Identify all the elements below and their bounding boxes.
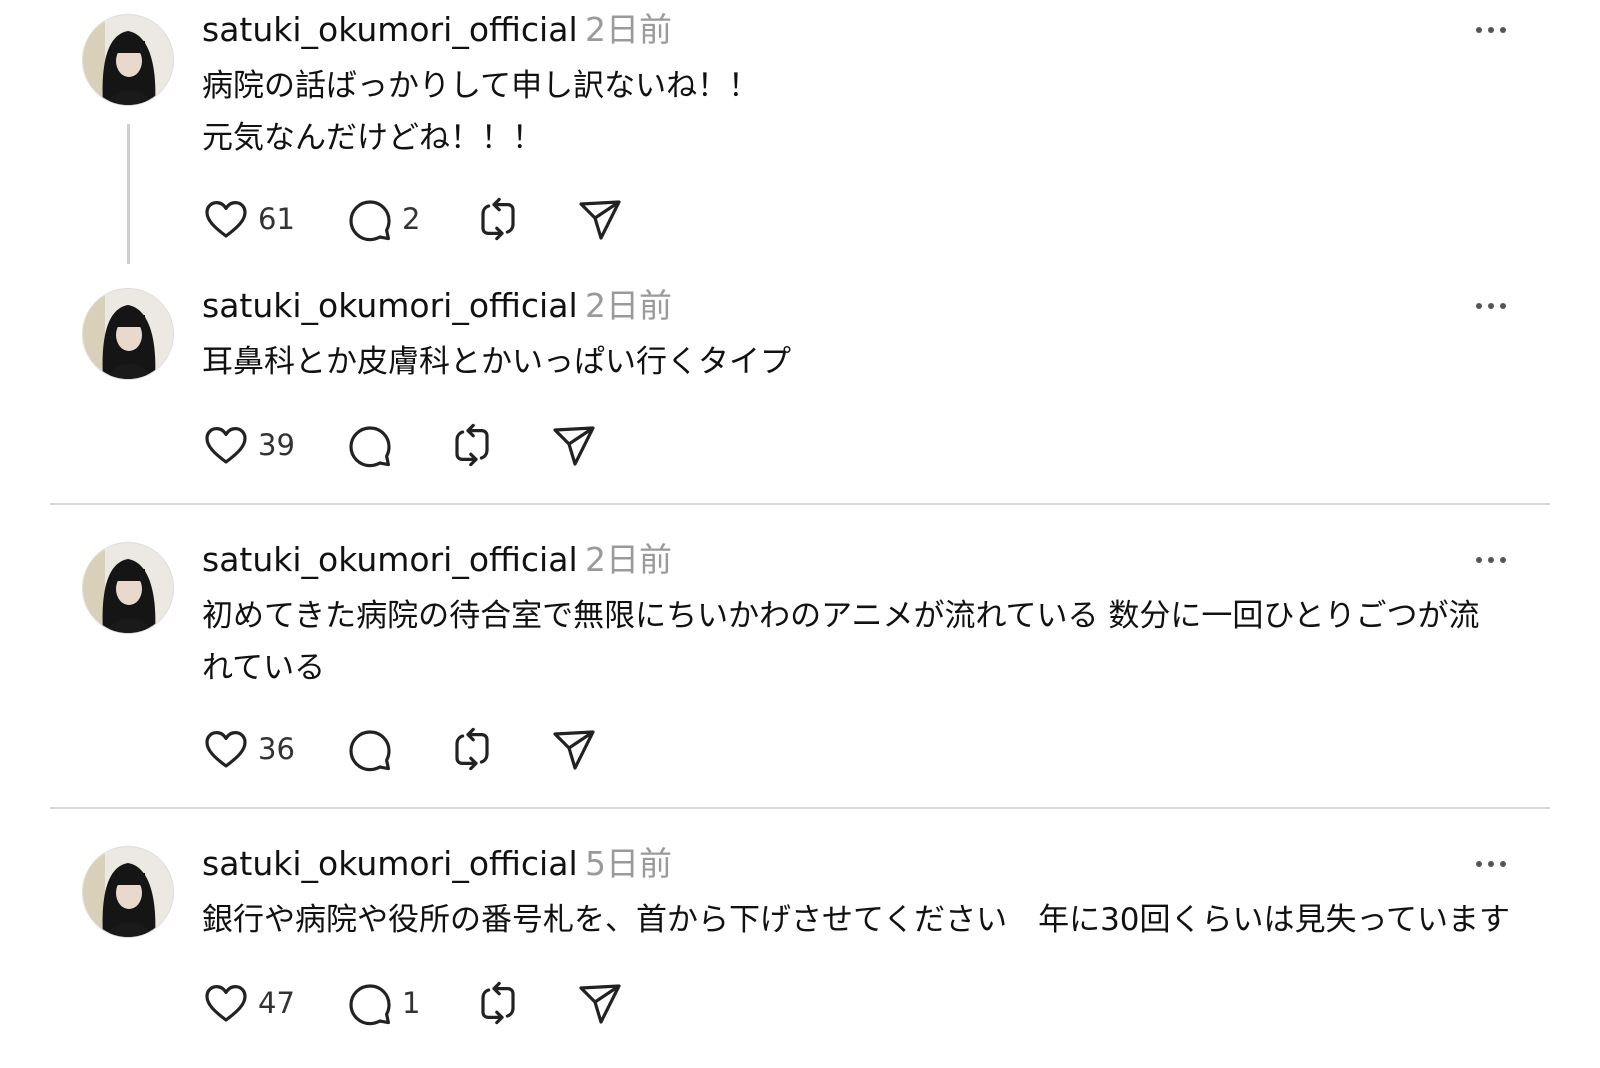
reply-button[interactable] <box>346 724 394 774</box>
paper-plane-icon <box>553 730 595 770</box>
avatar[interactable] <box>82 846 174 938</box>
heart-icon <box>205 427 247 464</box>
share-button[interactable] <box>576 978 624 1028</box>
post-text-line: 銀行や病院や役所の番号札を、首から下げさせてください 年に30回くらいは見失って… <box>202 902 1510 938</box>
avatar[interactable] <box>82 14 174 106</box>
repost-icon <box>481 981 515 1025</box>
thread-connector <box>127 124 130 264</box>
post-text-line: れている <box>202 650 326 686</box>
like-count: 47 <box>258 986 295 1020</box>
reply-count: 1 <box>402 986 421 1020</box>
heart-icon <box>205 201 247 238</box>
share-button[interactable] <box>576 194 624 244</box>
post-time: 2日前 <box>585 10 672 49</box>
avatar-image <box>83 15 173 105</box>
post-text-line: 初めてきた病院の待合室で無限にちいかわのアニメが流れている 数分に一回ひとりごつ… <box>202 598 1480 634</box>
speech-bubble-icon <box>349 730 391 772</box>
post-time: 5日前 <box>585 844 672 883</box>
post-text-line: 病院の話ばっかりして申し訳ないね！！ <box>202 68 760 104</box>
paper-plane-icon <box>553 426 595 466</box>
share-button[interactable] <box>550 420 598 470</box>
post-actions: 39 <box>202 420 802 470</box>
paper-plane-icon <box>579 984 621 1024</box>
avatar[interactable] <box>82 288 174 380</box>
post-actions: 47 1 <box>202 978 802 1028</box>
post-text: 耳鼻科とか皮膚科とかいっぱい行くタイプ <box>202 336 1492 388</box>
like-count: 36 <box>258 732 295 766</box>
post-actions: 61 2 <box>202 194 802 244</box>
avatar-image <box>83 543 173 633</box>
username[interactable]: satuki_okumori_official <box>202 842 578 886</box>
reply-count: 2 <box>402 202 421 236</box>
like-button[interactable]: 47 <box>202 978 295 1028</box>
like-button[interactable]: 39 <box>202 420 295 470</box>
like-button[interactable]: 61 <box>202 194 295 244</box>
avatar[interactable] <box>82 542 174 634</box>
post-text: 銀行や病院や役所の番号札を、首から下げさせてください 年に30回くらいは見失って… <box>202 894 1510 946</box>
heart-icon <box>205 731 247 768</box>
repost-icon <box>455 727 489 771</box>
username[interactable]: satuki_okumori_official <box>202 284 578 328</box>
like-count: 61 <box>258 202 295 236</box>
speech-bubble-icon <box>349 984 391 1026</box>
post-time: 2日前 <box>585 286 672 325</box>
username[interactable]: satuki_okumori_official <box>202 8 578 52</box>
divider <box>50 807 1550 809</box>
repost-button[interactable] <box>448 724 496 774</box>
heart-icon <box>205 985 247 1022</box>
avatar-image <box>83 289 173 379</box>
share-button[interactable] <box>550 724 598 774</box>
post-text-line: 耳鼻科とか皮膚科とかいっぱい行くタイプ <box>202 344 791 380</box>
reply-button[interactable]: 2 <box>346 194 420 244</box>
avatar-image <box>83 847 173 937</box>
post-text: 病院の話ばっかりして申し訳ないね！！ 元気なんだけどね！！！ <box>202 60 1492 164</box>
ellipsis-icon[interactable] <box>1476 550 1512 570</box>
like-button[interactable]: 36 <box>202 724 295 774</box>
ellipsis-icon[interactable] <box>1476 854 1512 874</box>
paper-plane-icon <box>579 200 621 240</box>
reply-button[interactable]: 1 <box>346 978 420 1028</box>
post-time: 2日前 <box>585 540 672 579</box>
speech-bubble-icon <box>349 200 391 242</box>
post-text: 初めてきた病院の待合室で無限にちいかわのアニメが流れている 数分に一回ひとりごつ… <box>202 590 1492 694</box>
speech-bubble-icon <box>349 426 391 468</box>
repost-button[interactable] <box>474 194 522 244</box>
reply-button[interactable] <box>346 420 394 470</box>
repost-icon <box>481 197 515 241</box>
ellipsis-icon[interactable] <box>1476 296 1512 316</box>
username[interactable]: satuki_okumori_official <box>202 538 578 582</box>
ellipsis-icon[interactable] <box>1476 20 1512 40</box>
like-count: 39 <box>258 428 295 462</box>
post-actions: 36 <box>202 724 802 774</box>
divider <box>50 503 1550 505</box>
post-text-line: 元気なんだけどね！！！ <box>202 120 543 156</box>
repost-button[interactable] <box>448 420 496 470</box>
repost-button[interactable] <box>474 978 522 1028</box>
repost-icon <box>455 423 489 467</box>
